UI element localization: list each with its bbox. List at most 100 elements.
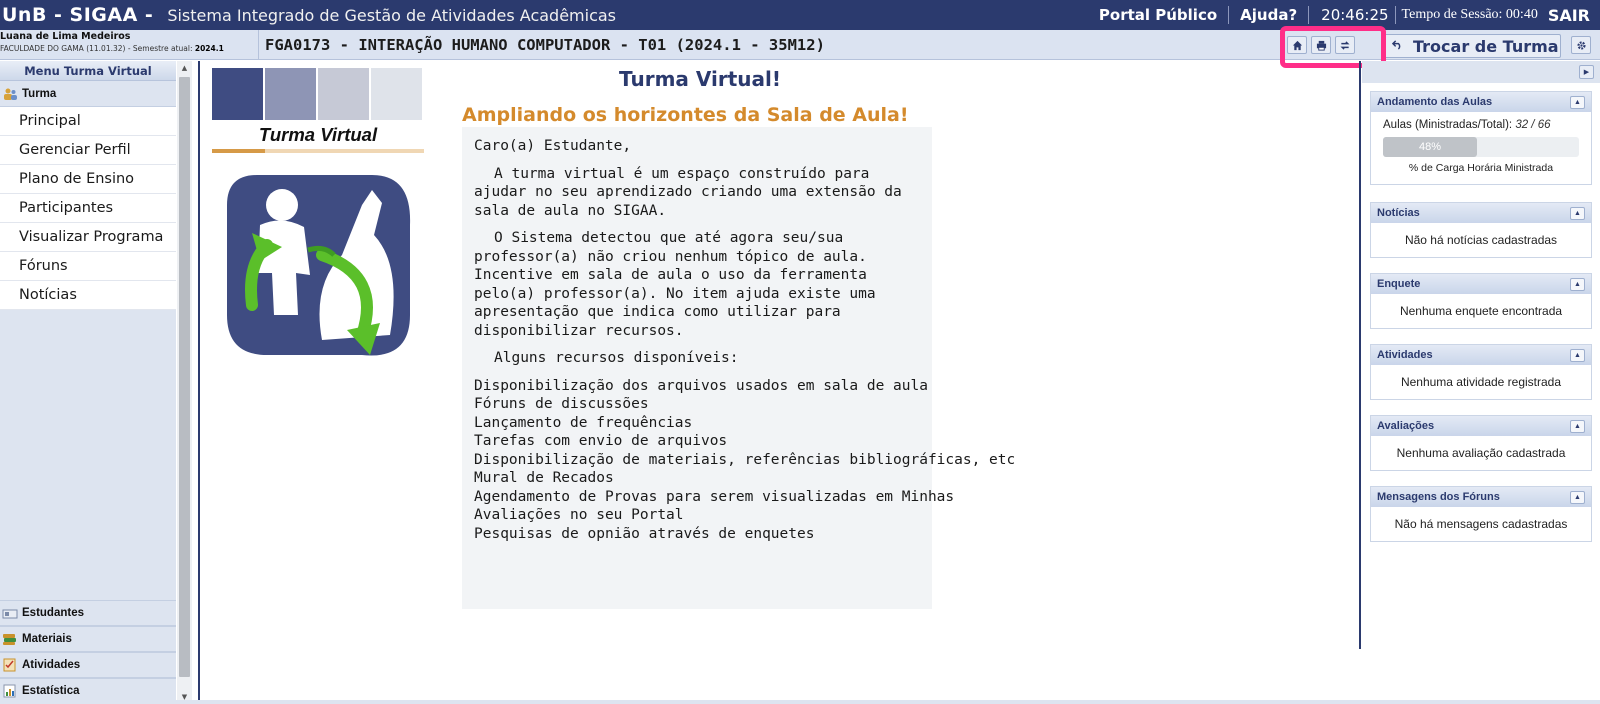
course-title: FGA0173 - INTERAÇÃO HUMANO COMPUTADOR - … [258,30,825,60]
scroll-up-icon[interactable]: ▲ [177,61,192,75]
materiais-label: Materiais [22,633,72,645]
list-item: Tarefas com envio de arquivos [474,433,728,449]
people-icon [2,87,18,101]
greeting: Caro(a) Estudante, [474,138,632,154]
menu-items: Principal Gerenciar Perfil Plano de Ensi… [0,107,176,310]
logout-button[interactable]: SAIR [1544,6,1600,25]
progress-text: 48% [1419,141,1442,153]
books-icon [2,632,18,646]
widget-noticias: Notícias ▲ Não há notícias cadastradas [1370,202,1592,258]
menu-section-turma[interactable]: Turma [0,81,176,107]
collapse-icon[interactable]: ▲ [1570,348,1585,362]
widget-title: Atividades [1377,349,1433,361]
logo-swatches [212,68,424,120]
widget-body: Nenhuma atividade registrada [1400,375,1562,389]
collapse-icon[interactable]: ▲ [1570,419,1585,433]
undo-arrow-icon [1391,39,1403,54]
menu-item-principal[interactable]: Principal [0,107,176,136]
widget-andamento: Andamento das Aulas ▲ Aulas (Ministradas… [1370,91,1592,185]
menu-scrollbar[interactable]: ▲ ▼ [177,61,192,704]
menu-header: Menu Turma Virtual [0,61,176,81]
widget-header: Mensagens dos Fóruns ▲ [1371,487,1591,507]
user-detail: FACULDADE DO GAMA (11.01.32) - Semestre … [0,42,256,55]
page-subtitle: Ampliando os horizontes da Sala de Aula! [462,104,909,126]
carga-label: % de Carga Horária Ministrada [1408,162,1554,174]
menu-item-participantes[interactable]: Participantes [0,194,176,223]
collapse-icon[interactable]: ▲ [1570,490,1585,504]
menu-section-label: Turma [22,87,57,100]
people-cycle-illustration [227,175,411,356]
system-name: Sistema Integrado de Gestão de Atividade… [167,5,617,25]
paragraph-resources-intro: Alguns recursos disponíveis: [494,350,739,366]
logo-swatch [212,68,263,120]
progress-bar: 48% [1383,137,1579,157]
widget-header: Notícias ▲ [1371,203,1591,223]
user-name: Luana de Lima Medeiros [0,31,131,42]
content-divider [198,61,200,704]
list-item: Avaliações no seu Portal [474,507,684,523]
widget-header: Enquete ▲ [1371,274,1591,294]
welcome-message: Caro(a) Estudante, A turma virtual é um … [462,127,1016,609]
gear-icon[interactable] [1571,36,1591,54]
list-item: Disponibilização dos arquivos usados em … [474,377,928,394]
aulas-count: Aulas (Ministradas/Total): 32 / 66 [1371,112,1591,131]
menu-section-estudantes[interactable]: Estudantes [0,600,176,626]
logo-label: Turma Virtual [258,124,378,145]
right-panel: ▶ Andamento das Aulas ▲ Aulas (Ministrad… [1362,61,1600,704]
widget-header: Avaliações ▲ [1371,416,1591,436]
menu-item-foruns[interactable]: Fóruns [0,252,176,281]
logo-swatch [318,68,369,120]
current-semester: 2024.1 [194,44,224,53]
menu-bottom-sections: Estudantes Materiais Atividades Estatíst… [0,600,176,704]
scroll-thumb[interactable] [179,77,190,677]
list-item: Mural de Recados [474,470,614,486]
right-panel-toolbar: ▶ [1362,61,1600,83]
widget-body: Nenhuma avaliação cadastrada [1396,446,1566,460]
turma-virtual-logo: Turma Virtual [212,68,424,368]
aulas-label: Aulas (Ministradas/Total): [1383,119,1513,131]
widget-mensagens-foruns: Mensagens dos Fóruns ▲ Não há mensagens … [1370,486,1592,542]
logo-rule [212,149,424,153]
page-title: Turma Virtual! [619,67,781,91]
menu-item-visualizar-programa[interactable]: Visualizar Programa [0,223,176,252]
trocar-turma-label: Trocar de Turma [1413,36,1559,56]
user-info: Luana de Lima Medeiros FACULDADE DO GAMA… [0,31,256,59]
widget-title: Enquete [1377,278,1421,290]
logo-swatch [371,68,422,120]
checklist-icon [2,658,18,672]
menu-item-noticias[interactable]: Notícias [0,281,176,310]
widget-avaliacoes: Avaliações ▲ Nenhuma avaliação cadastrad… [1370,415,1592,471]
help-link[interactable]: Ajuda? [1229,6,1310,24]
collapse-icon[interactable]: ▲ [1570,206,1585,220]
list-item: Fóruns de discussões [474,396,649,412]
paragraph-notice: O Sistema detectou que até agora seu/sua… [474,230,876,339]
brand-logo[interactable]: UnB - SIGAA - [2,4,153,26]
resources-list: Disponibilização dos arquivos usados em … [474,377,1016,544]
menu-section-materiais[interactable]: Materiais [0,626,176,652]
widget-title: Andamento das Aulas [1377,96,1493,108]
trocar-turma-button[interactable]: Trocar de Turma [1383,34,1561,58]
menu-section-atividades[interactable]: Atividades [0,652,176,678]
session-timer: Tempo de Sessão: 00:40 [1401,7,1538,22]
statistics-icon [2,684,18,698]
list-item: Disponibilização de materiais, referênci… [474,451,1016,468]
portal-publico-link[interactable]: Portal Público [1088,6,1230,24]
list-item: Lançamento de frequências [474,414,693,431]
estudantes-label: Estudantes [22,607,84,619]
widget-body: Nenhuma enquete encontrada [1399,304,1563,318]
widget-header: Andamento das Aulas ▲ [1371,92,1591,112]
widget-header: Atividades ▲ [1371,345,1591,365]
menu-item-gerenciar-perfil[interactable]: Gerenciar Perfil [0,136,176,165]
menu-item-plano-de-ensino[interactable]: Plano de Ensino [0,165,176,194]
paragraph-intro: A turma virtual é um espaço construído p… [474,165,902,219]
user-detail-text: FACULDADE DO GAMA (11.01.32) - Semestre … [0,44,193,53]
clock: 20:46:25 [1309,6,1396,24]
collapse-icon[interactable]: ▲ [1570,95,1585,109]
aulas-value: 32 / 66 [1515,119,1551,131]
collapse-icon[interactable]: ▲ [1570,277,1585,291]
expand-right-icon[interactable]: ▶ [1579,65,1594,79]
students-icon [2,606,18,620]
widget-body: Não há notícias cadastradas [1404,233,1558,247]
list-item: Agendamento de Provas para serem visuali… [474,488,955,505]
left-menu: Menu Turma Virtual Turma Principal Geren… [0,61,176,704]
